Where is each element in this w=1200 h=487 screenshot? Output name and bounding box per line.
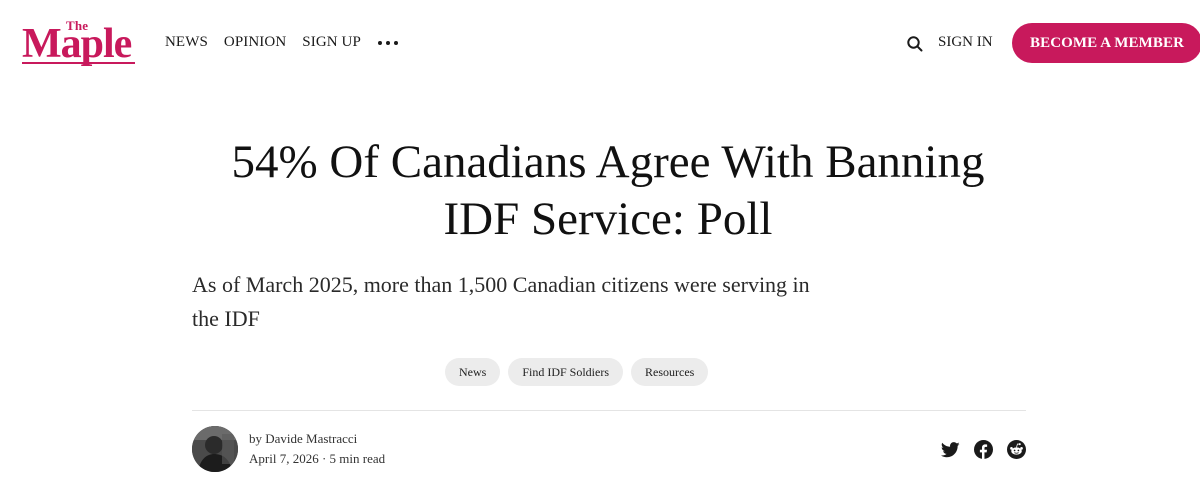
nav-signup[interactable]: SIGN UP [302,34,361,51]
facebook-icon[interactable] [974,440,993,459]
tag-resources[interactable]: Resources [631,358,709,386]
become-member-button[interactable]: BECOME A MEMBER [1012,23,1200,63]
sign-in-link[interactable]: SIGN IN [938,34,993,51]
article-subtitle: As of March 2025, more than 1,500 Canadi… [192,272,810,331]
logo-underline [22,62,135,64]
nav-opinion[interactable]: OPINION [224,34,286,51]
share-links [941,440,1026,459]
logo-main-text: Maple [22,21,132,67]
divider [192,410,1026,411]
main-nav: NEWS OPINION SIGN UP [165,34,398,51]
author-avatar[interactable] [192,426,238,472]
author-byline[interactable]: by Davide Mastracci [249,431,357,447]
twitter-icon[interactable] [941,441,960,458]
nav-news[interactable]: NEWS [165,34,208,51]
site-header: The Maple NEWS OPINION SIGN UP SIGN IN B… [0,0,1200,86]
tag-news[interactable]: News [445,358,501,386]
reddit-icon[interactable] [1007,440,1026,459]
site-logo[interactable]: The Maple [22,18,136,66]
tag-list: News Find IDF Soldiers Resources [445,358,709,386]
tag-find-idf-soldiers[interactable]: Find IDF Soldiers [508,358,624,386]
article-title: 54% Of Canadians Agree With Banning IDF … [231,136,985,245]
publish-date-read-time: April 7, 2026 · 5 min read [249,451,386,466]
more-menu-icon[interactable] [377,41,398,45]
search-icon[interactable] [906,35,924,53]
